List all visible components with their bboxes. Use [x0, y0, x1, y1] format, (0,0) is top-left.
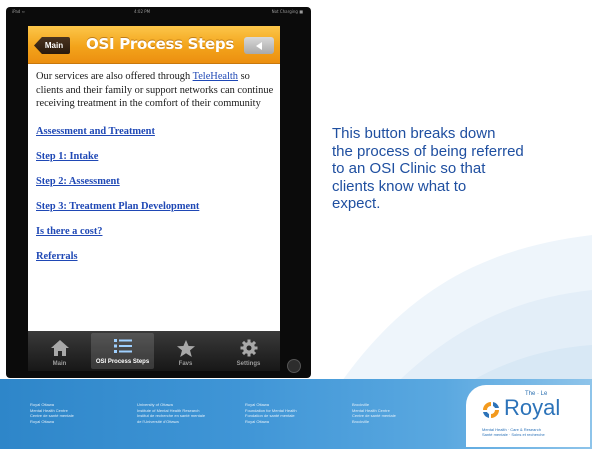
callout-line: expect.	[332, 195, 381, 212]
list-icon	[112, 336, 134, 356]
step-1-intake-link[interactable]: Step 1: Intake	[36, 150, 274, 163]
home-button[interactable]	[287, 359, 301, 373]
page-title: OSI Process Steps	[86, 35, 234, 53]
intro-paragraph: Our services are also offered through Te…	[36, 70, 274, 111]
footer-column-brockville: Brockville Mental Health Centre Centre d…	[352, 402, 396, 424]
footer-text: Royal Ottawa	[30, 418, 55, 424]
status-battery: Not Charging ■	[271, 9, 303, 14]
step-2-assessment-link[interactable]: Step 2: Assessment	[36, 175, 274, 188]
tab-settings[interactable]: Settings	[217, 331, 280, 371]
content-area: Our services are also offered through Te…	[36, 70, 274, 263]
footer-text: Institut de recherche en santé mentale	[137, 413, 206, 419]
footer-column-foundation: Royal Ottawa Foundation for Mental Healt…	[245, 402, 297, 424]
footer-text: de l'Université d'Ottawa	[137, 418, 179, 424]
star-icon	[175, 338, 197, 358]
main-back-button[interactable]: Main	[34, 37, 70, 54]
cost-link[interactable]: Is there a cost?	[36, 225, 274, 238]
tab-favs[interactable]: Favs	[154, 331, 217, 371]
tab-bar: Main OSI Process Steps Favs Settings	[28, 331, 280, 371]
tab-favs-label: Favs	[178, 361, 193, 367]
logo-tagline-fr: Santé mentale · Soins et recherche	[482, 432, 545, 438]
logo-tagline: Mental Health · Care & Research Santé me…	[482, 427, 545, 437]
footer-column-royal-ottawa: Royal Ottawa Mental Health Centre Centre…	[30, 402, 74, 424]
gear-icon	[238, 338, 260, 358]
the-royal-logo: The · Le Royal Mental Health · Care & Re…	[466, 385, 590, 447]
tab-osi-label: OSI Process Steps	[95, 359, 150, 365]
house-icon	[49, 338, 71, 358]
tab-settings-label: Settings	[236, 361, 261, 367]
assessment-treatment-link[interactable]: Assessment and Treatment	[36, 125, 274, 138]
callout-text: This button breaks down the process of b…	[332, 125, 587, 213]
footer-text: Royal Ottawa	[245, 418, 270, 424]
intro-text-start: Our services are also offered through	[36, 71, 193, 82]
nav-bar: Main OSI Process Steps	[28, 26, 280, 64]
callout-line: This button breaks down	[332, 125, 496, 142]
app-screen: Main OSI Process Steps Our services are …	[28, 26, 280, 336]
callout-line: the process of being referred	[332, 142, 524, 160]
triangle-left-icon	[256, 41, 262, 50]
telehealth-link[interactable]: TeleHealth	[193, 71, 238, 82]
status-bar: iPad ≈ 4:02 PM Not Charging ■	[6, 7, 311, 17]
status-time: 4:02 PM	[134, 9, 151, 14]
footer-banner: Royal Ottawa Mental Health Centre Centre…	[0, 379, 592, 449]
footer-text: Fondation de santé mentale	[245, 413, 295, 419]
royal-mark-icon	[483, 402, 499, 418]
previous-button[interactable]	[244, 37, 274, 54]
callout-line: clients know what to	[332, 177, 467, 195]
footer-text: Brockville	[352, 418, 370, 424]
status-device: iPad ≈	[12, 9, 25, 14]
step-3-treatment-plan-link[interactable]: Step 3: Treatment Plan Development	[36, 200, 274, 213]
callout-line: to an OSI Clinic so that	[332, 160, 486, 177]
footer-text: Centre de santé mentale	[30, 413, 74, 419]
tab-main-label: Main	[52, 361, 67, 367]
tab-osi-process-steps[interactable]: OSI Process Steps	[91, 333, 154, 369]
footer-text: Centre de santé mentale	[352, 413, 396, 419]
referrals-link[interactable]: Referrals	[36, 250, 274, 263]
footer-column-university: University of Ottawa Institute of Mental…	[137, 402, 205, 424]
logo-wordmark: Royal	[504, 395, 561, 420]
tab-main[interactable]: Main	[28, 331, 91, 371]
